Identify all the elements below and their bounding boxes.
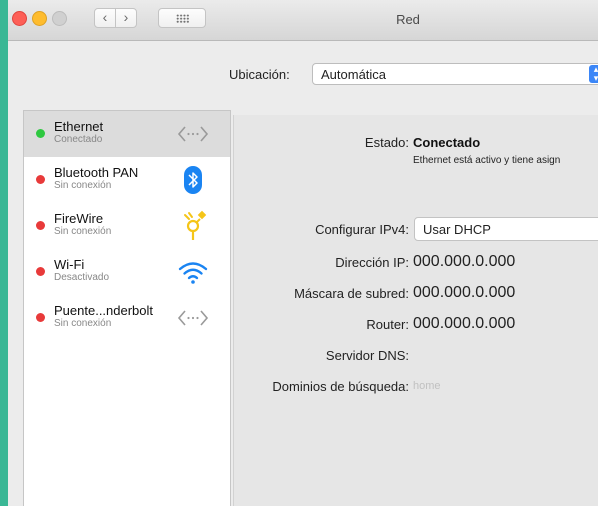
service-item-ethernet[interactable]: Ethernet Conectado: [24, 111, 230, 157]
window-title: Red: [396, 12, 420, 27]
ip-address-label: Dirección IP:: [335, 255, 409, 270]
ipv4-select[interactable]: Usar DHCP: [414, 217, 598, 241]
close-window-button[interactable]: [12, 11, 27, 26]
status-description: Ethernet está activo y tiene asign: [413, 155, 561, 166]
service-name: FireWire: [54, 211, 104, 226]
service-name: Ethernet: [54, 119, 104, 134]
ipv4-value: Usar DHCP: [423, 222, 491, 237]
show-all-button[interactable]: [158, 8, 206, 28]
search-domains-value: home: [413, 380, 441, 392]
status-dot: [36, 221, 45, 230]
status-dot: [36, 129, 45, 138]
details-panel: Estado: Conectado Ethernet está activo y…: [233, 115, 598, 506]
status-dot: [36, 313, 45, 322]
minimize-window-button[interactable]: [32, 11, 47, 26]
status-dot: [36, 175, 45, 184]
location-select[interactable]: Automática ▴ ▾: [312, 63, 598, 85]
back-button[interactable]: ‹: [94, 8, 116, 28]
location-label: Ubicación:: [229, 67, 290, 82]
service-status: Sin conexión: [54, 180, 112, 191]
service-item-bluetooth-pan[interactable]: Bluetooth PAN Sin conexión: [24, 157, 230, 203]
status-dot: [36, 267, 45, 276]
service-status: Sin conexión: [54, 318, 112, 329]
thunderbolt-bridge-arrows-icon: [177, 310, 209, 326]
subnet-mask-label: Máscara de subred:: [294, 286, 409, 301]
ethernet-arrows-icon: [177, 126, 209, 142]
service-list: Ethernet Conectado Bluetooth PAN Sin con…: [23, 110, 231, 506]
network-pane: Ubicación: Automática ▴ ▾ Ethernet Conect…: [8, 41, 598, 506]
service-name: Bluetooth PAN: [54, 165, 139, 180]
chevron-updown-icon: ▴ ▾: [589, 65, 598, 83]
ipv4-label: Configurar IPv4:: [315, 222, 409, 237]
service-name: Wi-Fi: [54, 257, 85, 272]
grid-icon: [176, 14, 189, 23]
forward-button[interactable]: ›: [115, 8, 137, 28]
title-bar: ‹ › Red: [8, 0, 598, 41]
service-item-firewire[interactable]: FireWire Sin conexión: [24, 203, 230, 249]
status-value: Conectado: [413, 135, 481, 150]
search-domains-label: Dominios de búsqueda:: [272, 379, 409, 394]
bluetooth-icon: [184, 166, 202, 194]
service-item-wifi[interactable]: Wi-Fi Desactivado: [24, 249, 230, 295]
dns-server-label: Servidor DNS:: [325, 348, 409, 363]
service-item-thunderbolt-bridge[interactable]: Puente...nderbolt Sin conexión: [24, 295, 230, 341]
service-name: Puente...nderbolt: [54, 303, 154, 318]
ip-address-value: 000.000.0.000: [413, 253, 516, 270]
wifi-icon: [178, 262, 208, 284]
zoom-window-button[interactable]: [52, 11, 67, 26]
firewire-icon: [184, 210, 207, 240]
service-status: Sin conexión: [54, 226, 112, 237]
router-value: 000.000.0.000: [413, 315, 516, 332]
location-value: Automática: [321, 67, 387, 82]
window: ‹ › Red Ubicación: Automática ▴ ▾ Etherne…: [0, 0, 598, 506]
subnet-mask-value: 000.000.0.000: [413, 284, 516, 301]
service-status: Desactivado: [54, 272, 110, 283]
status-label: Estado:: [364, 135, 409, 150]
service-status: Conectado: [54, 134, 103, 145]
router-label: Router:: [366, 317, 409, 332]
